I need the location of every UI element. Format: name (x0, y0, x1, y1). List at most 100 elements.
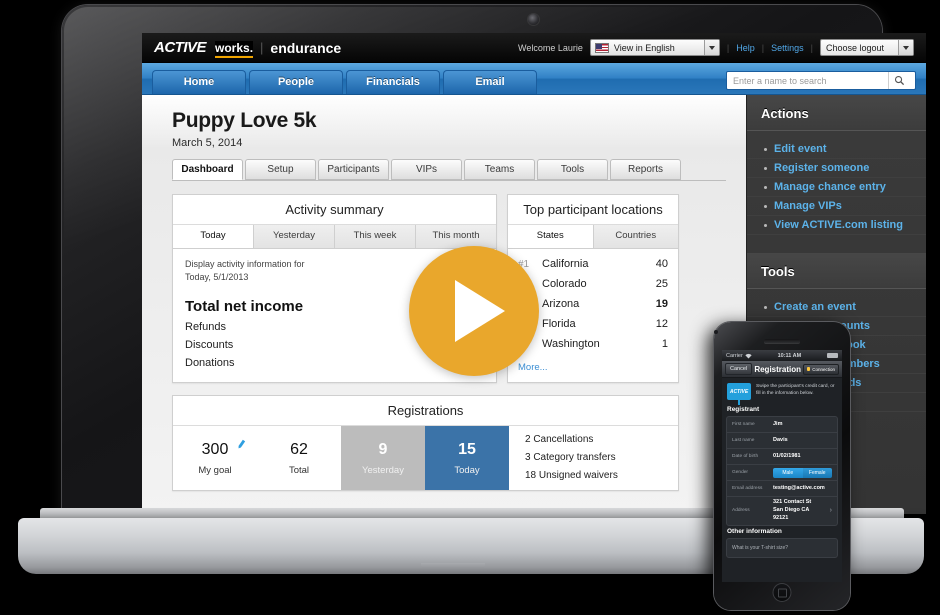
tab-tools[interactable]: Tools (537, 159, 608, 180)
category-transfers-note: 3 Category transfers (525, 452, 616, 463)
total-stat: 62 Total (257, 426, 341, 490)
top-bar: ACTIVE works. | endurance Welcome Laurie… (142, 33, 926, 63)
page-title: Puppy Love 5k (172, 109, 317, 132)
sidebar-item-manage-chance-entry[interactable]: Manage chance entry (747, 178, 926, 197)
webcam-icon (528, 14, 539, 25)
phone-address-field[interactable]: Address 321 Contact St San Diego CA 9212… (727, 497, 837, 525)
activity-tab-this-week[interactable]: This week (335, 225, 416, 248)
registrations-body: 300 My goal 62 Total 9 Yesterday 15 Toda… (173, 426, 678, 490)
location-name: Washington (542, 338, 600, 350)
today-caption: Today (454, 464, 480, 476)
separator-1: | (726, 42, 730, 53)
search-input[interactable] (733, 75, 888, 86)
actions-list: Edit event Register someone Manage chanc… (747, 131, 926, 241)
sidebar-label[interactable]: Manage chance entry (774, 181, 886, 193)
nav-tab-financials[interactable]: Financials (346, 70, 440, 94)
chevron-right-icon: › (829, 507, 832, 515)
phone-address-line2: San Diego CA 92121 (773, 506, 810, 521)
phone-gender-segmented-control[interactable]: Male Female (773, 467, 832, 478)
wifi-icon (745, 353, 752, 358)
sidebar-item-register-someone[interactable]: Register someone (747, 159, 926, 178)
bullet-icon (764, 204, 767, 208)
sidebar-label[interactable]: Manage VIPs (774, 200, 842, 212)
phone-title: Registration (754, 364, 801, 374)
phone-email-field[interactable]: Email address testing@active.com (727, 481, 837, 497)
phone-nav-bar: Cancel Registration Connection (722, 361, 842, 378)
page-tab-list: Dashboard Setup Participants VIPs Teams … (172, 159, 746, 180)
locations-tab-states[interactable]: States (508, 225, 594, 248)
total-value: 62 (290, 440, 308, 458)
activity-tab-this-month[interactable]: This month (416, 225, 496, 248)
goal-caption: My goal (198, 464, 232, 476)
today-value: 15 (458, 440, 476, 458)
product-name: endurance (270, 39, 342, 56)
sidebar-label[interactable]: Create an event (774, 301, 856, 313)
phone-gender-female-option[interactable]: Female (802, 467, 832, 478)
location-count: 40 (655, 258, 668, 270)
sidebar-label[interactable]: Register someone (774, 162, 869, 174)
pencil-icon[interactable] (235, 438, 248, 454)
phone-screen: Carrier 10:11 AM Cancel Registration Con… (722, 350, 842, 582)
language-select[interactable]: View in English (589, 39, 720, 56)
phone-last-name-field[interactable]: Last name Davis (727, 433, 837, 449)
page-date: March 5, 2014 (172, 137, 243, 149)
phone-last-name-label: Last name (732, 438, 755, 443)
play-button-icon[interactable] (409, 246, 539, 376)
today-tile[interactable]: 15 Today (425, 426, 509, 490)
language-dropdown-button[interactable] (703, 40, 719, 55)
logo-active-text: ACTIVE (154, 39, 207, 56)
active-logo-icon: ACTIVE (727, 383, 751, 400)
brand-logo[interactable]: ACTIVE works. | endurance (154, 39, 342, 58)
home-button-icon[interactable] (772, 583, 792, 602)
sidebar-item-create-an-event[interactable]: Create an event (747, 298, 926, 317)
phone-status-bar: Carrier 10:11 AM (722, 350, 842, 361)
us-flag-icon (594, 42, 609, 53)
sidebar-label[interactable]: Edit event (774, 143, 827, 155)
bullet-icon (764, 147, 767, 151)
tab-reports[interactable]: Reports (610, 159, 681, 180)
tab-divider (172, 180, 726, 181)
phone-dob-field[interactable]: Date of birth 01/02/1981 (727, 449, 837, 465)
nav-tab-email[interactable]: Email (443, 70, 537, 94)
smartphone: Carrier 10:11 AM Cancel Registration Con… (714, 322, 850, 610)
help-link[interactable]: Help (736, 43, 755, 53)
cancellations-note: 2 Cancellations (525, 434, 594, 445)
phone-connection-badge[interactable]: Connection (803, 363, 839, 375)
nav-tab-people[interactable]: People (249, 70, 343, 94)
phone-intro: ACTIVE Swipe the participant's credit ca… (722, 378, 842, 404)
sidebar-item-manage-vips[interactable]: Manage VIPs (747, 197, 926, 216)
locations-more-link[interactable]: More... (508, 354, 678, 382)
tab-vips[interactable]: VIPs (391, 159, 462, 180)
tab-setup[interactable]: Setup (245, 159, 316, 180)
tab-teams[interactable]: Teams (464, 159, 535, 180)
yesterday-tile[interactable]: 9 Yesterday (341, 426, 425, 490)
phone-gender-male-option[interactable]: Male (773, 467, 803, 478)
tab-dashboard[interactable]: Dashboard (172, 159, 243, 180)
logout-label: Choose logout (826, 42, 885, 53)
registrations-card: Registrations 300 My goal 62 Total 9 Yes… (172, 395, 679, 491)
sidebar-label[interactable]: View ACTIVE.com listing (774, 219, 903, 231)
tab-participants[interactable]: Participants (318, 159, 389, 180)
location-count: 25 (655, 278, 668, 290)
nav-tab-home[interactable]: Home (152, 70, 246, 94)
logout-select[interactable]: Choose logout (820, 39, 914, 56)
logout-dropdown-button[interactable] (898, 40, 913, 55)
location-count: 19 (655, 298, 668, 310)
sidebar-item-view-active-listing[interactable]: View ACTIVE.com listing (747, 216, 926, 235)
phone-gender-field[interactable]: Gender Male Female (727, 465, 837, 481)
locations-tab-countries[interactable]: Countries (594, 225, 679, 248)
settings-link[interactable]: Settings (771, 43, 804, 53)
phone-time: 10:11 AM (777, 352, 802, 359)
sidebar-item-edit-event[interactable]: Edit event (747, 140, 926, 159)
search-icon[interactable] (888, 72, 910, 89)
search-box[interactable] (726, 71, 916, 90)
location-count: 1 (661, 338, 668, 350)
phone-connection-label: Connection (812, 366, 835, 372)
phone-cancel-button[interactable]: Cancel (725, 363, 753, 375)
main-navigation: Home People Financials Email (142, 63, 926, 95)
activity-tab-yesterday[interactable]: Yesterday (254, 225, 335, 248)
activity-tab-today[interactable]: Today (173, 225, 254, 248)
donations-label: Donations (185, 357, 235, 370)
phone-first-name-field[interactable]: First name Jim (727, 417, 837, 433)
total-caption: Total (288, 464, 310, 476)
